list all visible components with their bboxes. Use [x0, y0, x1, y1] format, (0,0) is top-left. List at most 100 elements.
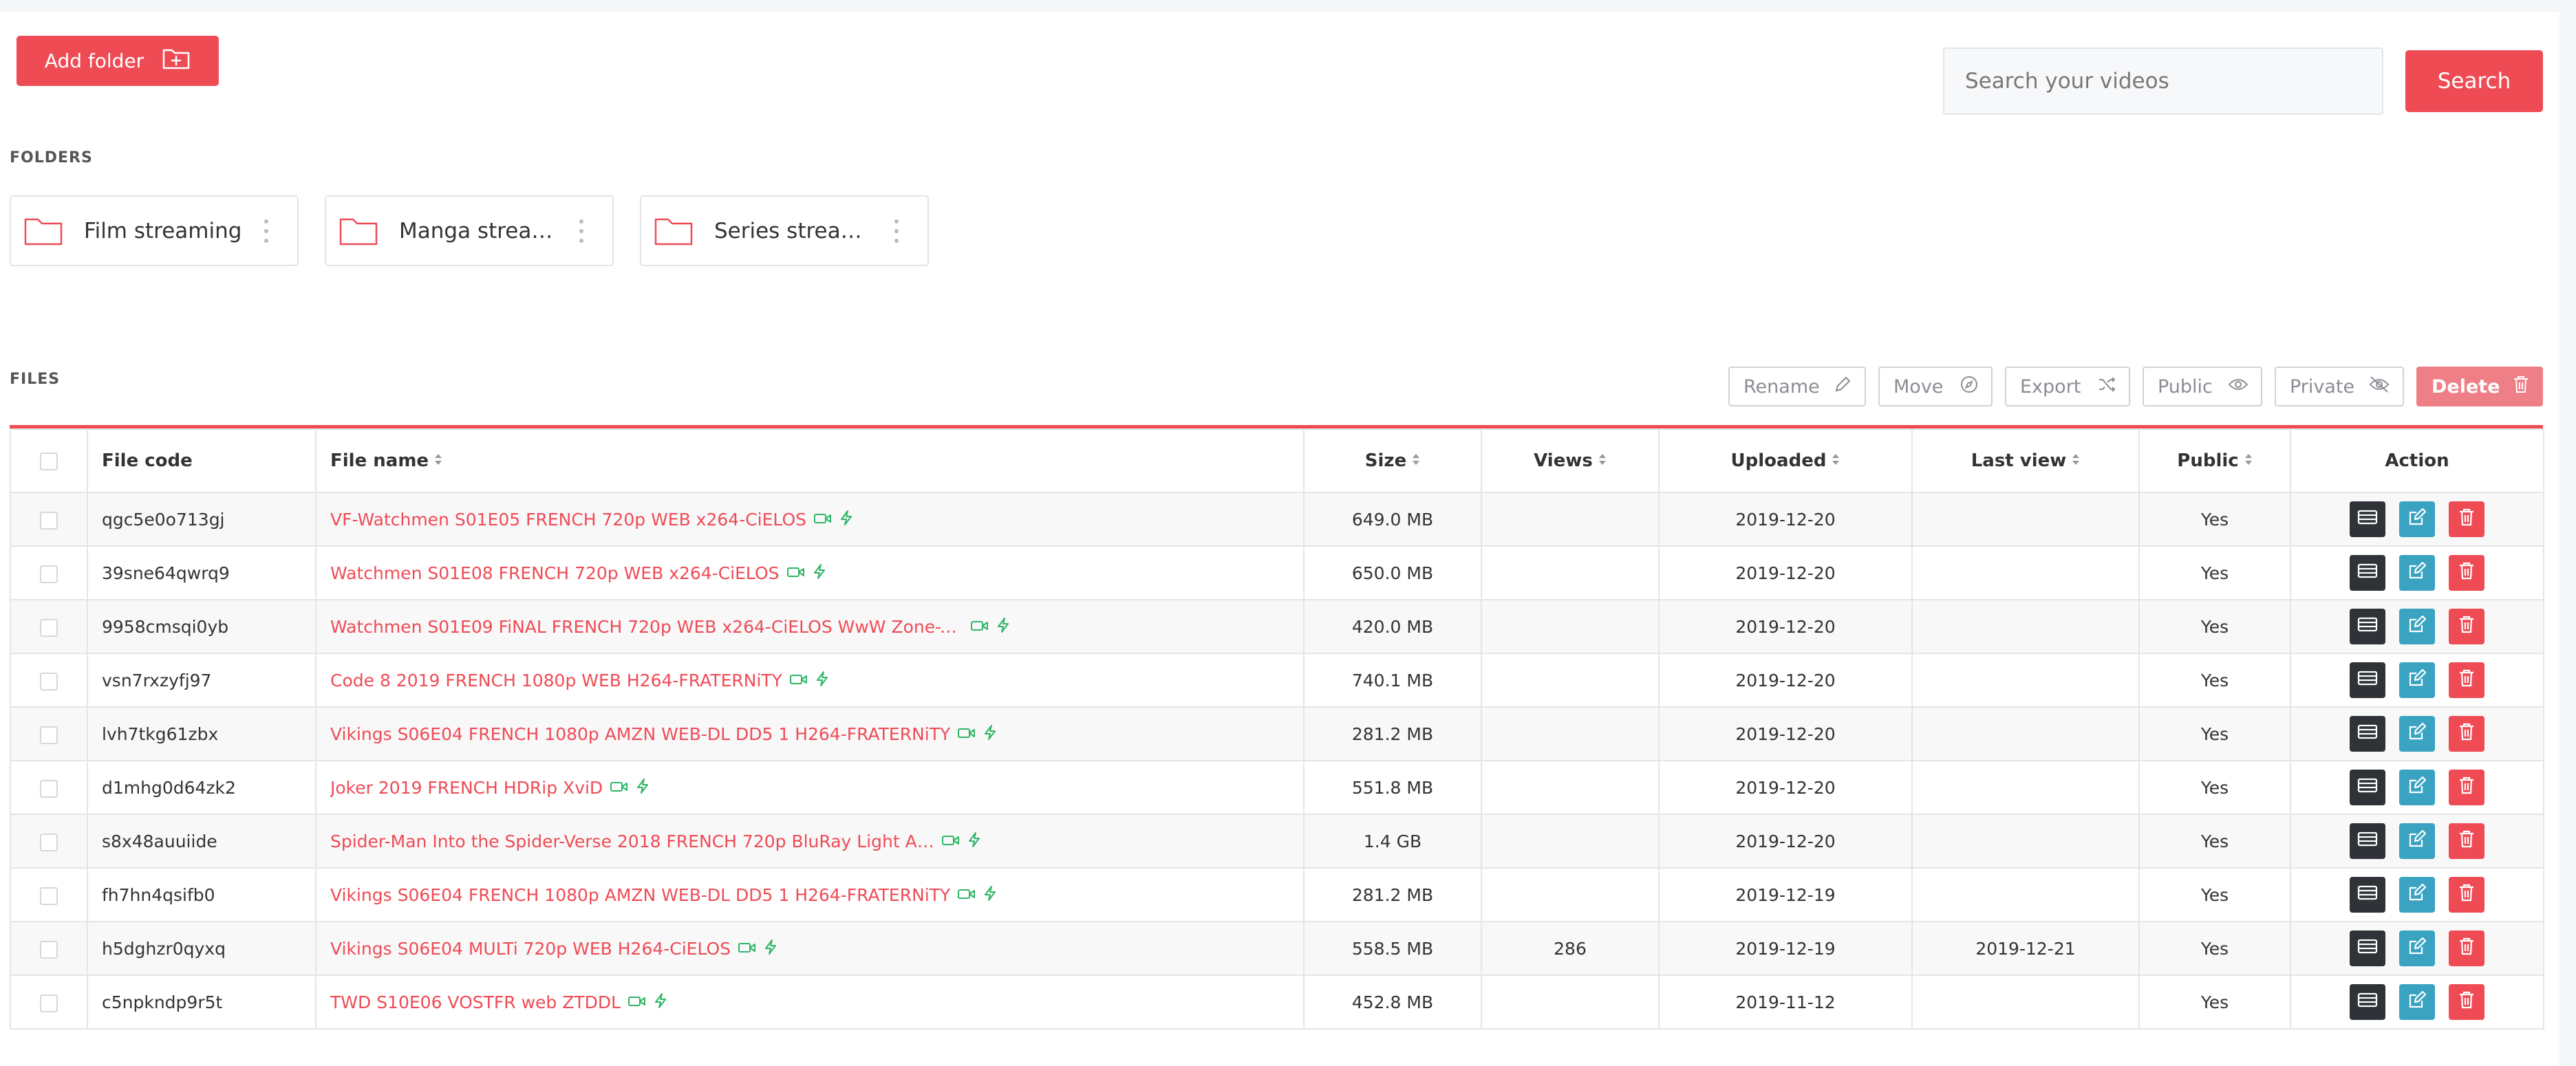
- delete-row-button[interactable]: [2449, 716, 2484, 752]
- header-uploaded-label: Uploaded: [1730, 450, 1827, 471]
- header-file-name[interactable]: File name: [315, 428, 1305, 493]
- row-checkbox[interactable]: [40, 618, 58, 637]
- file-size: 551.8 MB: [1351, 777, 1434, 798]
- edit-button[interactable]: [2399, 501, 2435, 537]
- rename-button[interactable]: Rename: [1728, 367, 1866, 406]
- edit-button[interactable]: [2399, 716, 2435, 752]
- row-checkbox[interactable]: [40, 940, 58, 959]
- file-size: 452.8 MB: [1351, 992, 1434, 1012]
- edit-button[interactable]: [2399, 984, 2435, 1020]
- embed-button[interactable]: [2350, 823, 2385, 859]
- delete-row-button[interactable]: [2449, 555, 2484, 591]
- lightning-icon: [813, 563, 826, 584]
- embed-button[interactable]: [2350, 877, 2385, 913]
- edit-button[interactable]: [2399, 823, 2435, 859]
- trash-icon: [2458, 937, 2475, 960]
- edit-button[interactable]: [2399, 931, 2435, 966]
- size-cell: 740.1 MB: [1303, 653, 1482, 708]
- file-name-link[interactable]: Joker 2019 FRENCH HDRip XviD: [330, 778, 603, 798]
- row-checkbox[interactable]: [40, 833, 58, 851]
- delete-row-button[interactable]: [2449, 823, 2484, 859]
- row-checkbox[interactable]: [40, 511, 58, 530]
- row-select-cell: [10, 814, 88, 869]
- embed-button[interactable]: [2350, 716, 2385, 752]
- action-cell: [2290, 814, 2544, 869]
- folder-card-manga-streaming[interactable]: Manga streaming: [325, 195, 614, 266]
- delete-row-button[interactable]: [2449, 662, 2484, 698]
- edit-button[interactable]: [2399, 609, 2435, 644]
- folder-icon: [339, 215, 380, 248]
- header-public[interactable]: Public: [2138, 428, 2291, 493]
- edit-button[interactable]: [2399, 877, 2435, 913]
- delete-row-button[interactable]: [2449, 984, 2484, 1020]
- delete-button[interactable]: Delete: [2416, 367, 2543, 406]
- last-view-cell: [1911, 599, 2140, 654]
- select-all-checkbox[interactable]: [40, 452, 58, 470]
- kebab-menu-icon[interactable]: [264, 219, 268, 243]
- upload-date: 2019-12-20: [1735, 616, 1836, 637]
- public-cell: Yes: [2138, 599, 2291, 654]
- public-cell: Yes: [2138, 921, 2291, 976]
- delete-row-button[interactable]: [2449, 770, 2484, 805]
- file-code: 39sne64qwrq9: [102, 563, 230, 583]
- file-code: c5npkndp9r5t: [102, 992, 223, 1012]
- row-checkbox[interactable]: [40, 886, 58, 905]
- embed-button[interactable]: [2350, 770, 2385, 805]
- header-size[interactable]: Size: [1303, 428, 1482, 493]
- action-cell: [2290, 653, 2544, 708]
- table-row: d1mhg0d64zk2 Joker 2019 FRENCH HDRip Xvi…: [10, 760, 2544, 815]
- folder-card-series-streaming[interactable]: Series streaming: [640, 195, 929, 266]
- file-name-link[interactable]: Spider-Man Into the Spider-Verse 2018 FR…: [330, 831, 934, 851]
- public-status: Yes: [2200, 670, 2229, 690]
- embed-button[interactable]: [2350, 662, 2385, 698]
- file-name-link[interactable]: Watchmen S01E08 FRENCH 720p WEB x264-CiE…: [330, 563, 780, 583]
- embed-button[interactable]: [2350, 609, 2385, 644]
- delete-row-button[interactable]: [2449, 877, 2484, 913]
- edit-button[interactable]: [2399, 555, 2435, 591]
- row-checkbox[interactable]: [40, 994, 58, 1012]
- file-name-link[interactable]: Vikings S06E04 FRENCH 1080p AMZN WEB-DL …: [330, 885, 950, 905]
- embed-button[interactable]: [2350, 984, 2385, 1020]
- header-uploaded[interactable]: Uploaded: [1658, 428, 1913, 493]
- private-button[interactable]: Private: [2275, 367, 2404, 406]
- last-view-cell: [1911, 545, 2140, 600]
- row-checkbox[interactable]: [40, 726, 58, 744]
- public-button[interactable]: Public: [2143, 367, 2262, 406]
- row-checkbox[interactable]: [40, 779, 58, 798]
- search-button[interactable]: Search: [2405, 50, 2543, 112]
- embed-button[interactable]: [2350, 931, 2385, 966]
- row-checkbox[interactable]: [40, 565, 58, 583]
- edit-button[interactable]: [2399, 662, 2435, 698]
- edit-icon: [2407, 776, 2427, 799]
- kebab-menu-icon[interactable]: [579, 219, 583, 243]
- file-name-link[interactable]: Watchmen S01E09 FiNAL FRENCH 720p WEB x2…: [330, 617, 963, 637]
- embed-button[interactable]: [2350, 501, 2385, 537]
- file-name-link[interactable]: Vikings S06E04 FRENCH 1080p AMZN WEB-DL …: [330, 724, 950, 744]
- folder-card-film-streaming[interactable]: Film streaming: [10, 195, 299, 266]
- file-name-link[interactable]: Vikings S06E04 MULTi 720p WEB H264-CiELO…: [330, 939, 731, 959]
- header-views-label: Views: [1534, 450, 1593, 471]
- move-button[interactable]: Move: [1878, 367, 1993, 406]
- delete-row-button[interactable]: [2449, 501, 2484, 537]
- file-name-link[interactable]: VF-Watchmen S01E05 FRENCH 720p WEB x264-…: [330, 510, 806, 530]
- file-name-link[interactable]: TWD S10E06 VOSTFR web ZTDDL: [330, 992, 621, 1012]
- row-checkbox[interactable]: [40, 672, 58, 690]
- file-name-link[interactable]: Code 8 2019 FRENCH 1080p WEB H264-FRATER…: [330, 671, 782, 690]
- add-folder-button[interactable]: Add folder: [17, 36, 219, 86]
- size-cell: 452.8 MB: [1303, 975, 1482, 1030]
- table-row: s8x48auuiide Spider-Man Into the Spider-…: [10, 814, 2544, 869]
- views-cell: [1481, 706, 1660, 761]
- edit-button[interactable]: [2399, 770, 2435, 805]
- delete-row-button[interactable]: [2449, 931, 2484, 966]
- search-input[interactable]: [1943, 47, 2383, 115]
- embed-button[interactable]: [2350, 555, 2385, 591]
- last-view-date: 2019-12-21: [1975, 938, 2076, 959]
- header-views[interactable]: Views: [1481, 428, 1660, 493]
- export-button[interactable]: Export: [2005, 367, 2130, 406]
- video-camera-icon: [627, 992, 647, 1013]
- file-code: 9958cmsqi0yb: [102, 616, 229, 637]
- header-last-view[interactable]: Last view: [1911, 428, 2140, 493]
- action-cell: [2290, 599, 2544, 654]
- delete-row-button[interactable]: [2449, 609, 2484, 644]
- kebab-menu-icon[interactable]: [894, 219, 899, 243]
